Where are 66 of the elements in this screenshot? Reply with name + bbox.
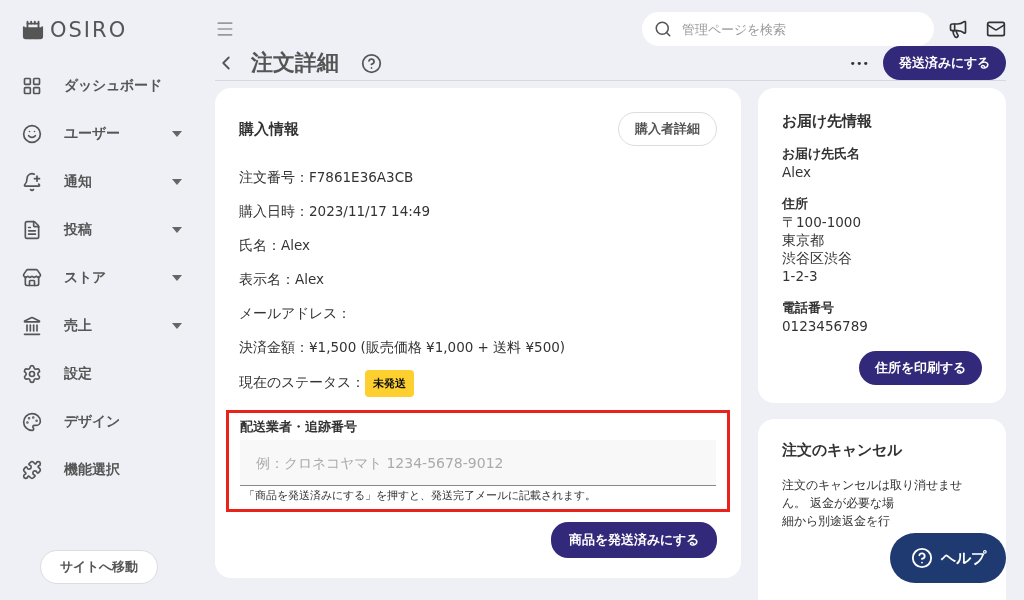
gear-icon: [22, 364, 42, 384]
caret-icon: [172, 179, 182, 185]
more-button[interactable]: •••: [849, 56, 869, 70]
brand-logo: OSIRO: [50, 18, 128, 42]
card-title: 注文のキャンセル: [782, 441, 903, 460]
page-title: 注文詳細: [251, 49, 339, 77]
ship-button[interactable]: 商品を発送済みにする: [551, 522, 717, 558]
card-title: 購入情報: [239, 119, 299, 139]
card-title: お届け先情報: [782, 112, 873, 131]
megaphone-icon[interactable]: [948, 19, 968, 39]
body-text: 細から別途返金を行: [782, 513, 891, 530]
hint-text: 「商品を発送済みにする」を押すと、発送完了メールに記載されます。: [243, 488, 597, 504]
sidebar-item[interactable]: 設定: [22, 350, 200, 398]
palette-icon: [22, 412, 42, 432]
store-icon: [22, 268, 42, 288]
search-icon: [654, 20, 672, 38]
sidebar-item[interactable]: 投稿: [22, 206, 200, 254]
field-value: 1-2-3: [782, 267, 819, 285]
bank-icon: [22, 316, 42, 336]
caret-icon: [172, 131, 182, 137]
sidebar-item[interactable]: 通知: [22, 158, 200, 206]
castle-icon: [22, 19, 44, 41]
search-box[interactable]: 管理ページを検索: [642, 12, 934, 46]
field-value: 東京都: [782, 231, 825, 249]
field-text: 氏名：Alex: [239, 236, 312, 255]
sidebar-item[interactable]: デザイン: [22, 398, 200, 446]
sidebar-item[interactable]: ストア: [22, 254, 200, 302]
field-label: 配送業者・追跡番号: [240, 418, 358, 436]
caret-icon: [172, 227, 182, 233]
dashboard-icon: [22, 76, 42, 96]
sidebar-item[interactable]: 機能選択: [22, 446, 200, 494]
mark-shipped-button[interactable]: 発送済みにする: [883, 46, 1006, 80]
field-label: 電話番号: [782, 299, 835, 317]
status-label: 現在のステータス：: [239, 374, 365, 392]
field-label: お届け先氏名: [782, 145, 861, 163]
field-text: 決済金額：¥1,500 (販売価格 ¥1,000 + 送料 ¥500): [239, 338, 567, 357]
tracking-input[interactable]: 例：クロネコヤマト 1234-5678-9012: [240, 440, 716, 486]
search-field[interactable]: 管理ページを検索: [680, 20, 922, 38]
help-button[interactable]: ヘルプ: [890, 533, 1006, 583]
mail-icon[interactable]: [986, 19, 1006, 39]
field-text: 購入日時：2023/11/17 14:49: [239, 202, 431, 221]
puzzle-icon: [22, 460, 42, 480]
site-button[interactable]: サイトへ移動: [40, 550, 158, 584]
body-text: 注文のキャンセルは取り消せませ: [782, 477, 963, 494]
body-text: ん。 返金が必要な場: [782, 495, 895, 512]
field-text: 表示名：Alex: [239, 270, 326, 289]
face-icon: [22, 124, 42, 144]
print-address-button[interactable]: 住所を印刷する: [859, 351, 982, 385]
buyer-detail-button[interactable]: 購入者詳細: [618, 112, 717, 146]
field-value: 〒100-1000: [782, 213, 862, 231]
status-badge: 未発送: [365, 369, 414, 397]
field-text: 注文番号：F7861E36A3CB: [239, 168, 415, 187]
bell-icon: [22, 172, 42, 192]
caret-icon: [172, 323, 182, 329]
field-value: 渋谷区渋谷: [782, 249, 853, 267]
sidebar-item[interactable]: ダッシュボード: [22, 62, 200, 110]
help-icon: [910, 547, 933, 569]
field-label: 住所: [782, 195, 809, 213]
help-icon[interactable]: [361, 52, 382, 74]
sidebar-item[interactable]: 売上: [22, 302, 200, 350]
field-value: 0123456789: [782, 317, 869, 335]
field-text: メールアドレス：: [239, 304, 352, 323]
caret-icon: [172, 275, 182, 281]
field-value: Alex: [782, 163, 813, 181]
document-icon: [22, 220, 42, 240]
sidebar-item[interactable]: ユーザー: [22, 110, 200, 158]
